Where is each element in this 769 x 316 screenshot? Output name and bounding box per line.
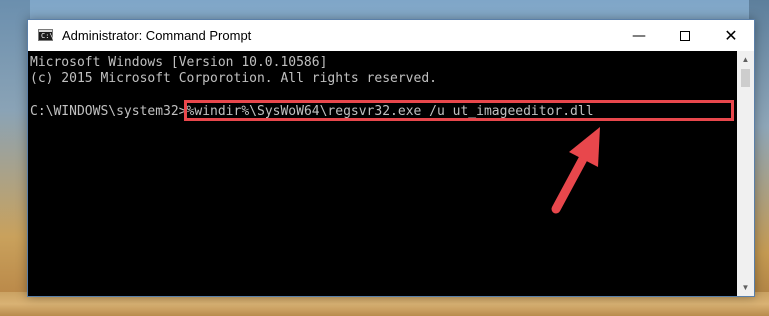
scroll-down-icon: ▼ <box>741 283 750 292</box>
maximize-icon <box>680 30 690 41</box>
console-output[interactable]: Microsoft Windows [Version 10.0.10586] (… <box>28 51 737 296</box>
desktop-background-left <box>0 0 30 316</box>
command-prompt-window: C:\_ Administrator: Command Prompt — ✕ M… <box>27 19 755 297</box>
command-prompt-icon[interactable]: C:\_ <box>38 29 58 41</box>
command-highlight-box <box>184 100 734 121</box>
scroll-up-button[interactable]: ▲ <box>737 51 754 68</box>
title-bar[interactable]: C:\_ Administrator: Command Prompt — ✕ <box>28 20 754 51</box>
icon-prompt-glyph: C:\_ <box>41 32 58 40</box>
maximize-button[interactable] <box>662 20 708 51</box>
minimize-button[interactable]: — <box>616 20 662 51</box>
console-prompt: C:\WINDOWS\system32> <box>30 104 187 119</box>
console-line-version: Microsoft Windows [Version 10.0.10586] <box>30 55 328 70</box>
vertical-scrollbar[interactable]: ▲ ▼ <box>737 51 754 296</box>
minimize-icon: — <box>632 27 646 44</box>
scroll-up-icon: ▲ <box>741 55 750 64</box>
scroll-down-button[interactable]: ▼ <box>737 279 754 296</box>
close-icon: ✕ <box>724 26 738 45</box>
scrollbar-thumb[interactable] <box>741 69 750 87</box>
console-line-copyright: (c) 2015 Microsoft Corporotion. All righ… <box>30 71 437 86</box>
window-title: Administrator: Command Prompt <box>62 28 252 43</box>
close-button[interactable]: ✕ <box>708 20 754 51</box>
